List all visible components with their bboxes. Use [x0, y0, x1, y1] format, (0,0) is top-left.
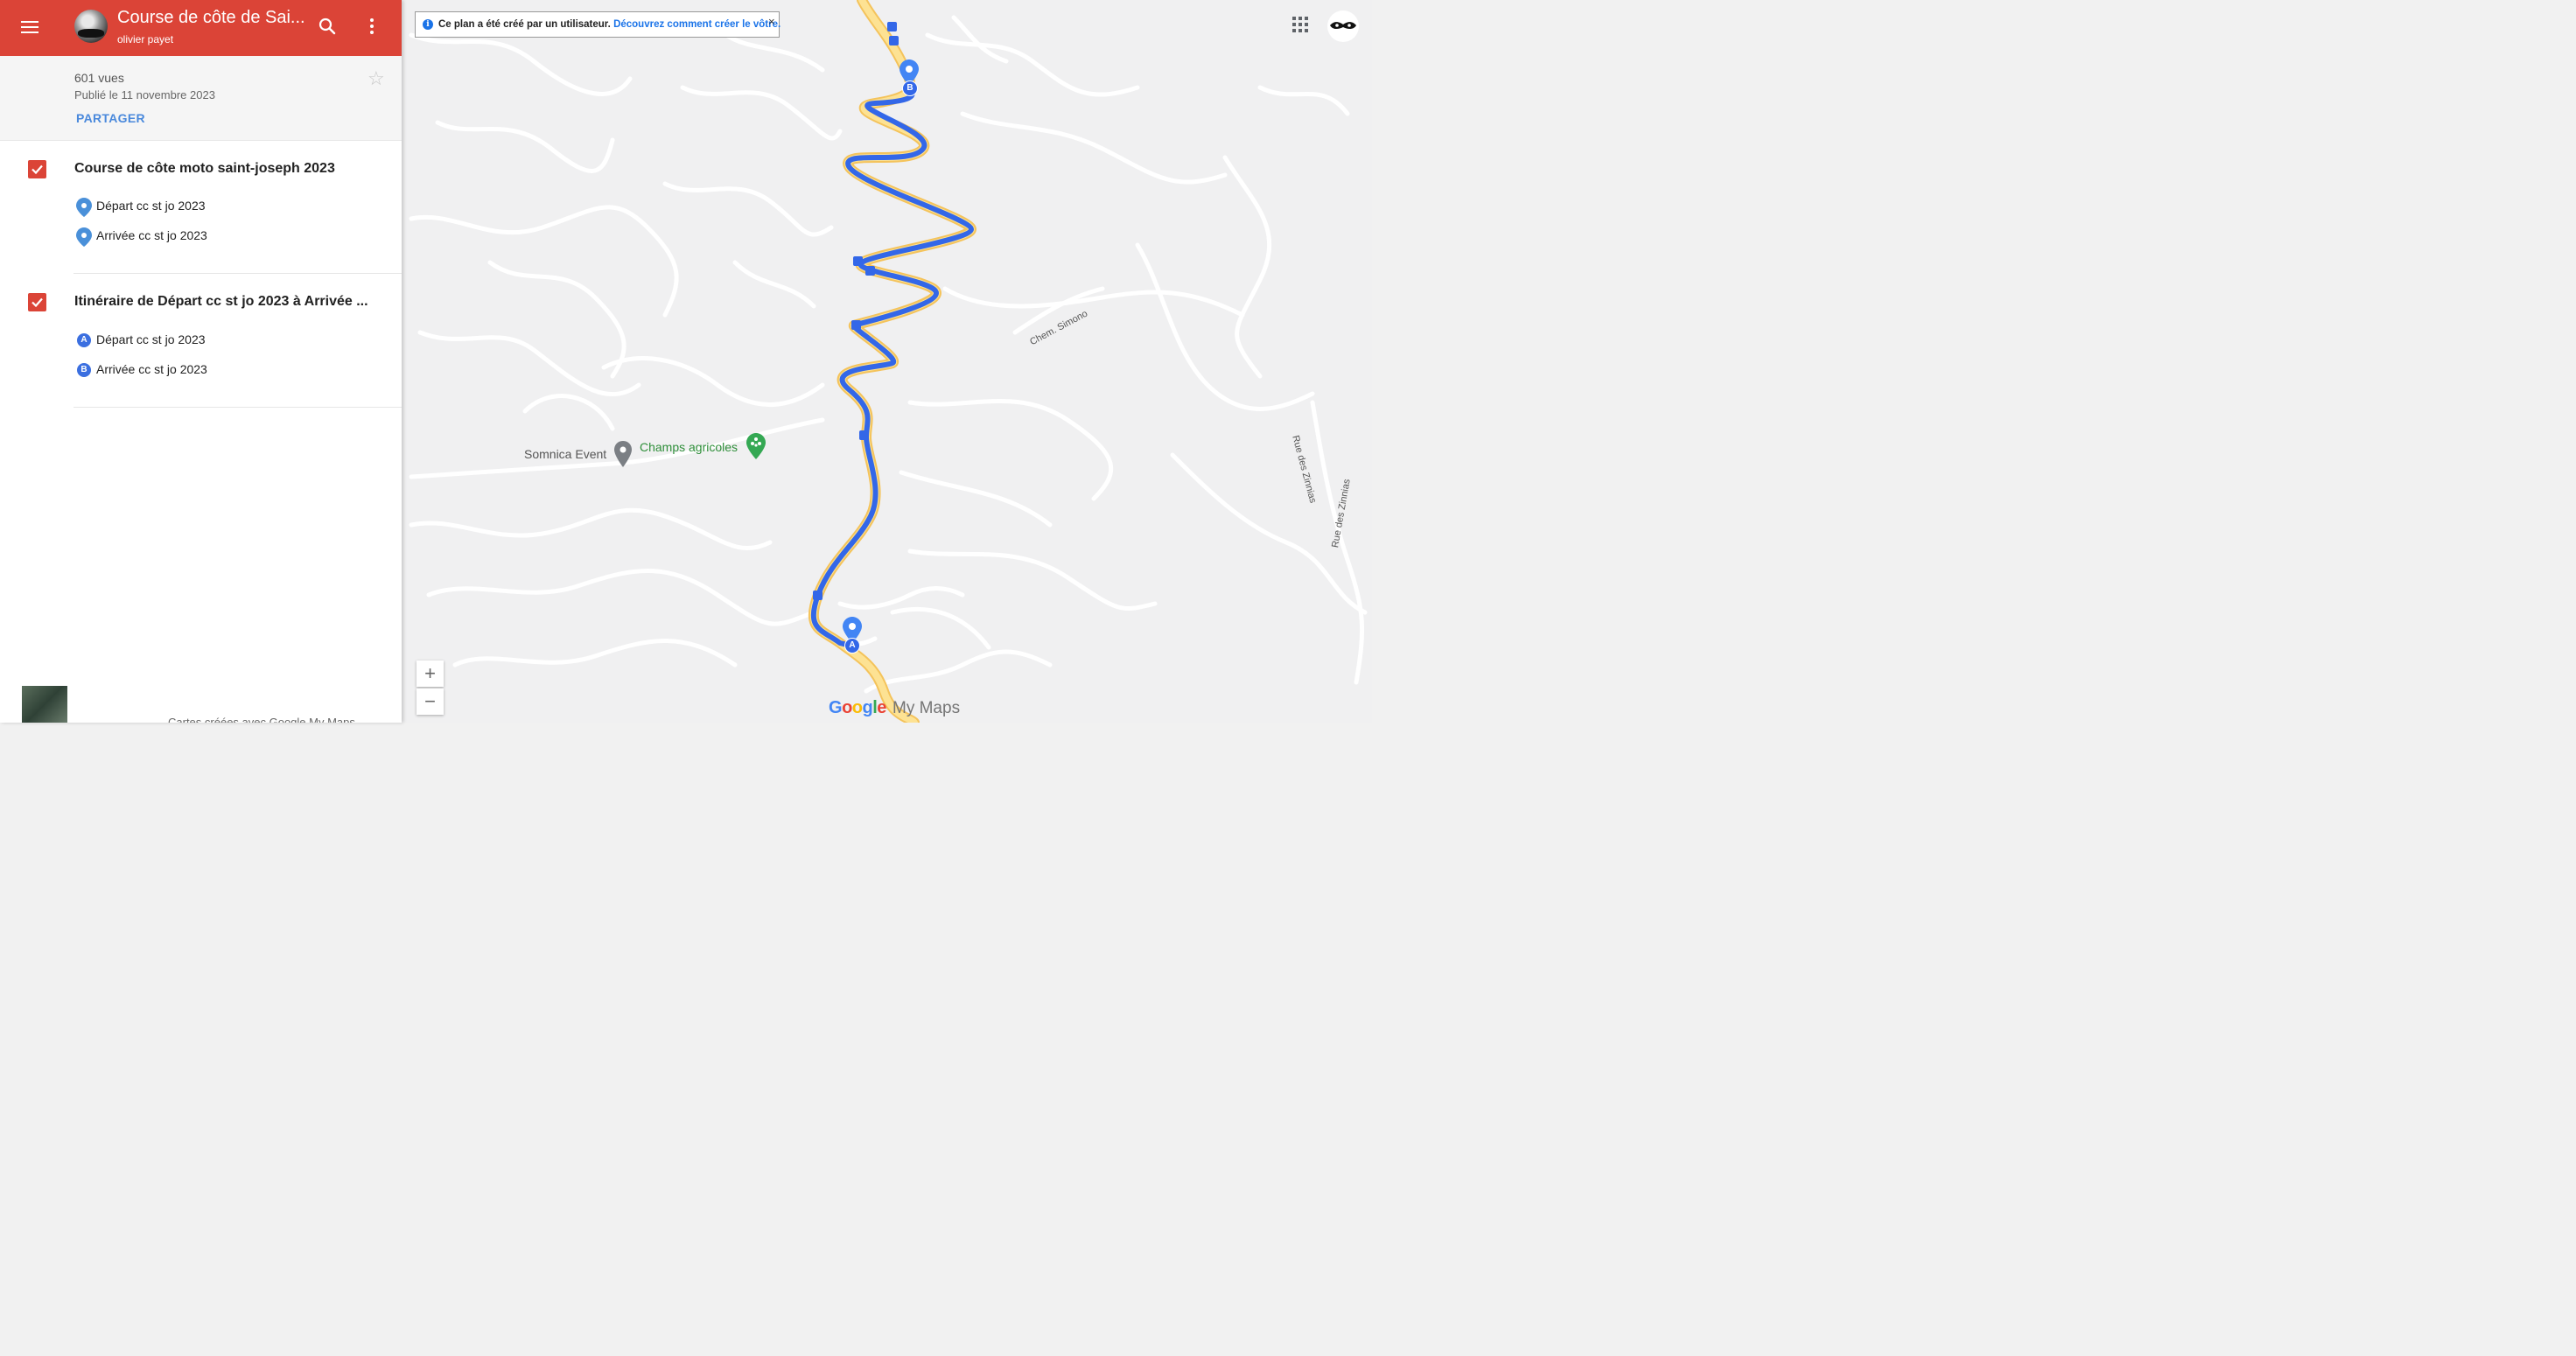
place-pin-icon[interactable] — [614, 441, 632, 467]
bus-stop-icon[interactable] — [851, 320, 861, 330]
marker-b[interactable]: B — [902, 80, 918, 96]
owner-avatar[interactable] — [74, 10, 108, 43]
waypoint-a-icon: A — [77, 333, 91, 347]
layer-markers: Course de côte moto saint-joseph 2023 Dé… — [0, 140, 402, 274]
list-item-label: Arrivée cc st jo 2023 — [96, 362, 207, 376]
search-icon[interactable] — [317, 16, 338, 37]
bus-stop-icon[interactable] — [889, 36, 899, 45]
park-pin-icon[interactable] — [746, 433, 766, 459]
more-vert-icon[interactable] — [361, 16, 382, 37]
map-pin-icon — [76, 198, 92, 217]
map-pin-icon — [76, 227, 92, 247]
banner-text: Ce plan a été créé par un utilisateur. D… — [438, 19, 781, 30]
list-item[interactable]: Arrivée cc st jo 2023 — [74, 226, 372, 247]
check-icon — [32, 164, 43, 175]
list-item-label: Départ cc st jo 2023 — [96, 199, 206, 213]
bus-stop-icon[interactable] — [859, 430, 869, 440]
divider — [74, 407, 402, 408]
zoom-out-button[interactable]: − — [416, 688, 444, 715]
side-panel: Course de côte de Sai... olivier payet 6… — [0, 0, 402, 723]
list-item-label: Arrivée cc st jo 2023 — [96, 228, 207, 242]
list-item[interactable]: A Départ cc st jo 2023 — [74, 330, 372, 351]
google-logo: Google — [829, 698, 886, 717]
bus-stop-icon[interactable] — [853, 256, 863, 266]
publish-date: Publié le 11 novembre 2023 — [74, 88, 215, 101]
map-meta: 601 vues Publié le 11 novembre 2023 PART… — [0, 56, 402, 141]
close-icon[interactable]: × — [768, 15, 775, 28]
mymaps-logo: My Maps — [892, 699, 961, 717]
map-owner[interactable]: olivier payet — [117, 33, 173, 45]
panel-header: Course de côte de Sai... olivier payet — [0, 0, 402, 56]
view-count: 601 vues — [74, 71, 124, 85]
bus-stop-icon[interactable] — [887, 22, 897, 31]
place-label-champs-agricoles[interactable]: Champs agricoles — [640, 440, 738, 454]
mask-icon — [1330, 22, 1356, 30]
account-avatar[interactable] — [1327, 10, 1359, 42]
star-icon[interactable]: ☆ — [368, 69, 385, 88]
info-icon: i — [423, 19, 433, 30]
list-item-label: Départ cc st jo 2023 — [96, 332, 206, 346]
place-label-somnica-event[interactable]: Somnica Event — [524, 447, 606, 461]
zoom-in-button[interactable]: + — [416, 661, 444, 687]
bus-stop-icon[interactable] — [865, 266, 875, 276]
menu-icon[interactable] — [21, 17, 38, 35]
footer-note: Cartes créées avec Google My Maps — [168, 716, 355, 723]
layer-checkbox[interactable] — [28, 160, 46, 178]
waypoint-b-icon: B — [77, 363, 91, 377]
layer-route: Itinéraire de Départ cc st jo 2023 à Arr… — [0, 274, 402, 408]
check-icon — [32, 297, 43, 308]
layer-title[interactable]: Course de côte moto saint-joseph 2023 — [74, 161, 376, 177]
marker-a[interactable]: A — [844, 638, 860, 654]
banner-link[interactable]: Découvrez comment créer le vôtre. — [613, 19, 780, 30]
map-title: Course de côte de Sai... — [117, 8, 305, 27]
bus-stop-icon[interactable] — [813, 591, 822, 600]
share-button[interactable]: PARTAGER — [76, 111, 145, 125]
info-banner: i Ce plan a été créé par un utilisateur.… — [415, 11, 780, 38]
layer-checkbox[interactable] — [28, 293, 46, 311]
base-map-thumbnail[interactable] — [22, 686, 67, 723]
layer-title[interactable]: Itinéraire de Départ cc st jo 2023 à Arr… — [74, 294, 376, 310]
list-item[interactable]: B Arrivée cc st jo 2023 — [74, 360, 372, 381]
list-item[interactable]: Départ cc st jo 2023 — [74, 196, 372, 217]
apps-grid-icon[interactable] — [1292, 17, 1310, 34]
